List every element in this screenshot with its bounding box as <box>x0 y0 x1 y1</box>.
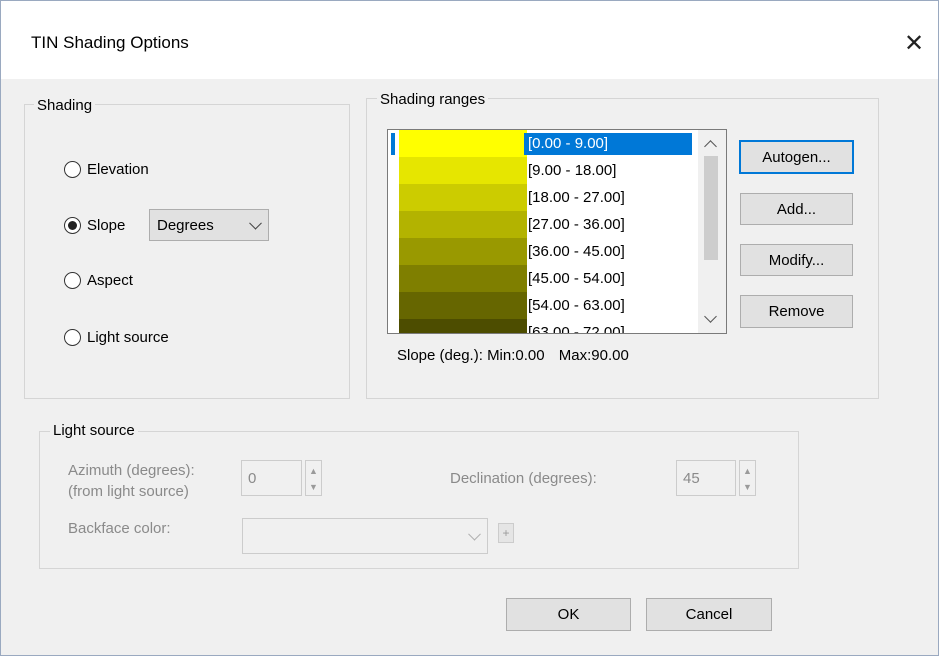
remove-button[interactable]: Remove <box>740 295 853 328</box>
range-row[interactable]: [0.00 - 9.00] <box>388 130 698 157</box>
slope-unit-value: Degrees <box>157 216 214 234</box>
focus-indicator <box>391 133 395 155</box>
azimuth-sublabel: (from light source) <box>68 483 189 500</box>
add-button[interactable]: Add... <box>740 193 853 225</box>
azimuth-value: 0 <box>248 469 257 487</box>
spin-down-icon[interactable]: ▼ <box>740 479 755 494</box>
azimuth-label: Azimuth (degrees): <box>68 462 195 479</box>
range-color-swatch <box>399 292 527 319</box>
radio-light-source-label: Light source <box>87 328 169 346</box>
range-label: [36.00 - 45.00] <box>528 243 625 260</box>
declination-spinner[interactable]: ▲ ▼ <box>739 460 756 496</box>
radio-elevation[interactable]: Elevation <box>64 159 149 179</box>
dialog-title: TIN Shading Options <box>31 33 189 52</box>
slope-stats-prefix: Slope (deg.): <box>397 347 483 364</box>
scroll-thumb[interactable] <box>704 156 718 260</box>
modify-button[interactable]: Modify... <box>740 244 853 276</box>
range-row[interactable]: [36.00 - 45.00] <box>388 238 698 265</box>
radio-slope-circle <box>64 216 81 234</box>
range-color-swatch <box>399 265 527 292</box>
range-color-swatch <box>399 130 527 157</box>
range-color-swatch <box>399 184 527 211</box>
range-label: [45.00 - 54.00] <box>528 270 625 287</box>
scroll-up-icon[interactable] <box>704 140 717 153</box>
range-row[interactable]: [45.00 - 54.00] <box>388 265 698 292</box>
range-color-swatch <box>399 157 527 184</box>
radio-light-source[interactable]: Light source <box>64 327 169 347</box>
spin-down-icon[interactable]: ▼ <box>306 479 321 494</box>
tin-shading-dialog: TIN Shading Options ✕ Shading Elevation … <box>0 0 939 656</box>
plus-icon: + <box>502 526 510 540</box>
chevron-down-icon <box>249 216 262 230</box>
close-icon: ✕ <box>903 29 925 57</box>
declination-label: Declination (degrees): <box>450 470 597 487</box>
range-label: [54.00 - 63.00] <box>528 297 625 314</box>
azimuth-spinner[interactable]: ▲ ▼ <box>305 460 322 496</box>
light-source-legend: Light source <box>50 422 138 439</box>
list-scrollbar[interactable] <box>698 130 726 333</box>
radio-slope-label: Slope <box>87 216 126 234</box>
radio-elevation-circle <box>64 160 81 178</box>
backface-color-select[interactable] <box>242 518 488 554</box>
shading-group <box>24 104 350 399</box>
backface-add-button[interactable]: + <box>498 523 514 543</box>
spin-up-icon[interactable]: ▲ <box>306 463 321 478</box>
autogen-button[interactable]: Autogen... <box>739 140 854 174</box>
range-color-swatch <box>399 238 527 265</box>
range-label: [27.00 - 36.00] <box>528 216 625 233</box>
shading-legend: Shading <box>34 97 96 114</box>
range-row[interactable]: [27.00 - 36.00] <box>388 211 698 238</box>
range-row[interactable]: [9.00 - 18.00] <box>388 157 698 184</box>
radio-light-source-circle <box>64 328 81 346</box>
backface-color-label: Backface color: <box>68 520 171 537</box>
spin-up-icon[interactable]: ▲ <box>740 463 755 478</box>
radio-elevation-label: Elevation <box>87 160 149 178</box>
slope-stats-min: Min:0.00 <box>487 347 545 364</box>
range-label: [18.00 - 27.00] <box>528 189 625 206</box>
shading-ranges-legend: Shading ranges <box>377 91 489 108</box>
chevron-down-icon <box>468 527 481 541</box>
slope-stats-max: Max:90.00 <box>558 347 629 364</box>
range-row[interactable]: [18.00 - 27.00] <box>388 184 698 211</box>
title-bar: TIN Shading Options ✕ <box>1 1 938 79</box>
declination-value: 45 <box>683 469 700 487</box>
scroll-down-icon[interactable] <box>704 310 717 323</box>
radio-aspect-label: Aspect <box>87 271 133 289</box>
close-button[interactable]: ✕ <box>889 23 939 63</box>
range-label: [0.00 - 9.00] <box>524 133 692 155</box>
range-row[interactable]: [63.00 - 72.00] <box>388 319 698 334</box>
slope-unit-select[interactable]: Degrees <box>149 209 269 241</box>
radio-aspect[interactable]: Aspect <box>64 270 133 290</box>
slope-stats: Slope (deg.): Min:0.00 Max:90.00 <box>397 347 629 364</box>
range-label: [63.00 - 72.00] <box>528 324 625 334</box>
range-row[interactable]: [54.00 - 63.00] <box>388 292 698 319</box>
radio-aspect-circle <box>64 271 81 289</box>
azimuth-input[interactable]: 0 <box>241 460 302 496</box>
cancel-button[interactable]: Cancel <box>646 598 772 631</box>
radio-slope[interactable]: Slope <box>64 215 125 235</box>
ok-button[interactable]: OK <box>506 598 631 631</box>
shading-ranges-list[interactable]: [0.00 - 9.00] [9.00 - 18.00] [18.00 - 27.0… <box>387 129 727 334</box>
declination-input[interactable]: 45 <box>676 460 736 496</box>
range-color-swatch <box>399 319 527 333</box>
range-color-swatch <box>399 211 527 238</box>
range-label: [9.00 - 18.00] <box>528 162 617 179</box>
